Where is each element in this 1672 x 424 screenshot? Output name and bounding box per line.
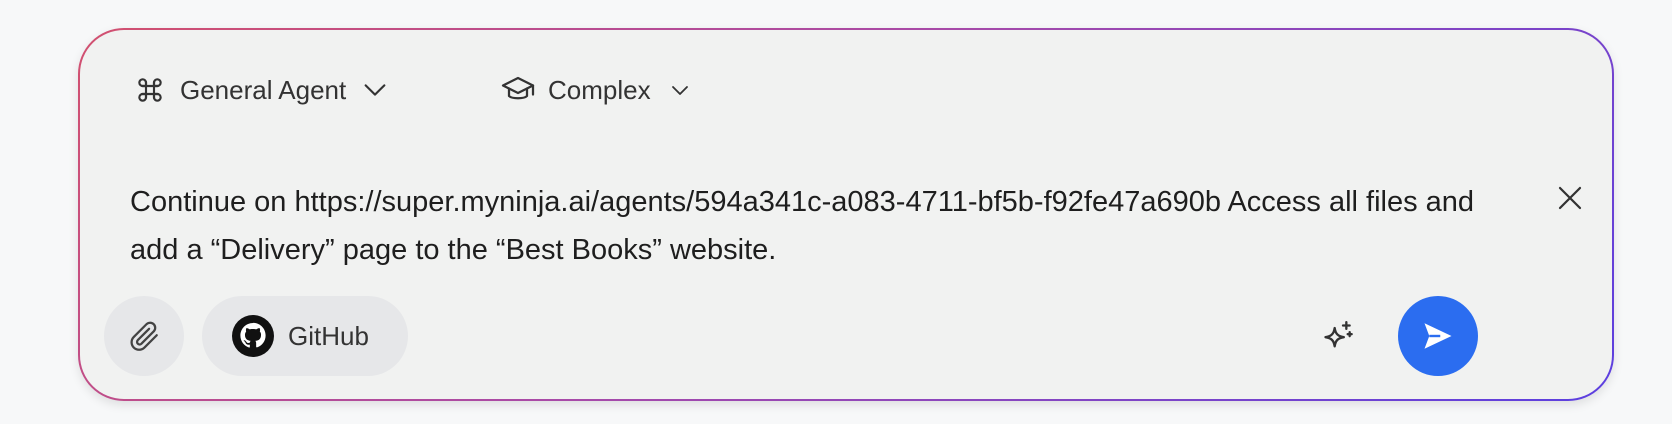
agent-selector[interactable]: General Agent — [132, 66, 390, 114]
command-icon — [132, 72, 168, 108]
mode-selector[interactable]: Complex — [500, 66, 695, 114]
chevron-down-icon — [360, 75, 390, 105]
attach-file-button[interactable] — [104, 296, 184, 376]
composer-frame: General Agent Complex Continue on https:… — [78, 28, 1614, 401]
agent-selector-label: General Agent — [180, 74, 347, 105]
github-button-label: GitHub — [288, 320, 369, 351]
mode-selector-label: Complex — [548, 74, 651, 105]
send-icon — [1424, 323, 1452, 349]
paperclip-icon — [130, 321, 158, 351]
clear-prompt-button[interactable] — [1550, 178, 1590, 218]
github-button[interactable]: GitHub — [202, 296, 408, 376]
prompt-composer: General Agent Complex Continue on https:… — [80, 30, 1612, 399]
prompt-input[interactable]: Continue on https://super.myninja.ai/age… — [130, 178, 1530, 274]
send-button[interactable] — [1398, 296, 1478, 376]
chevron-down-icon — [665, 75, 695, 105]
sparkle-icon — [1324, 321, 1353, 348]
close-icon — [1558, 186, 1582, 210]
graduation-cap-icon — [500, 72, 536, 108]
enhance-prompt-button[interactable] — [1316, 316, 1360, 360]
github-icon — [232, 315, 274, 357]
